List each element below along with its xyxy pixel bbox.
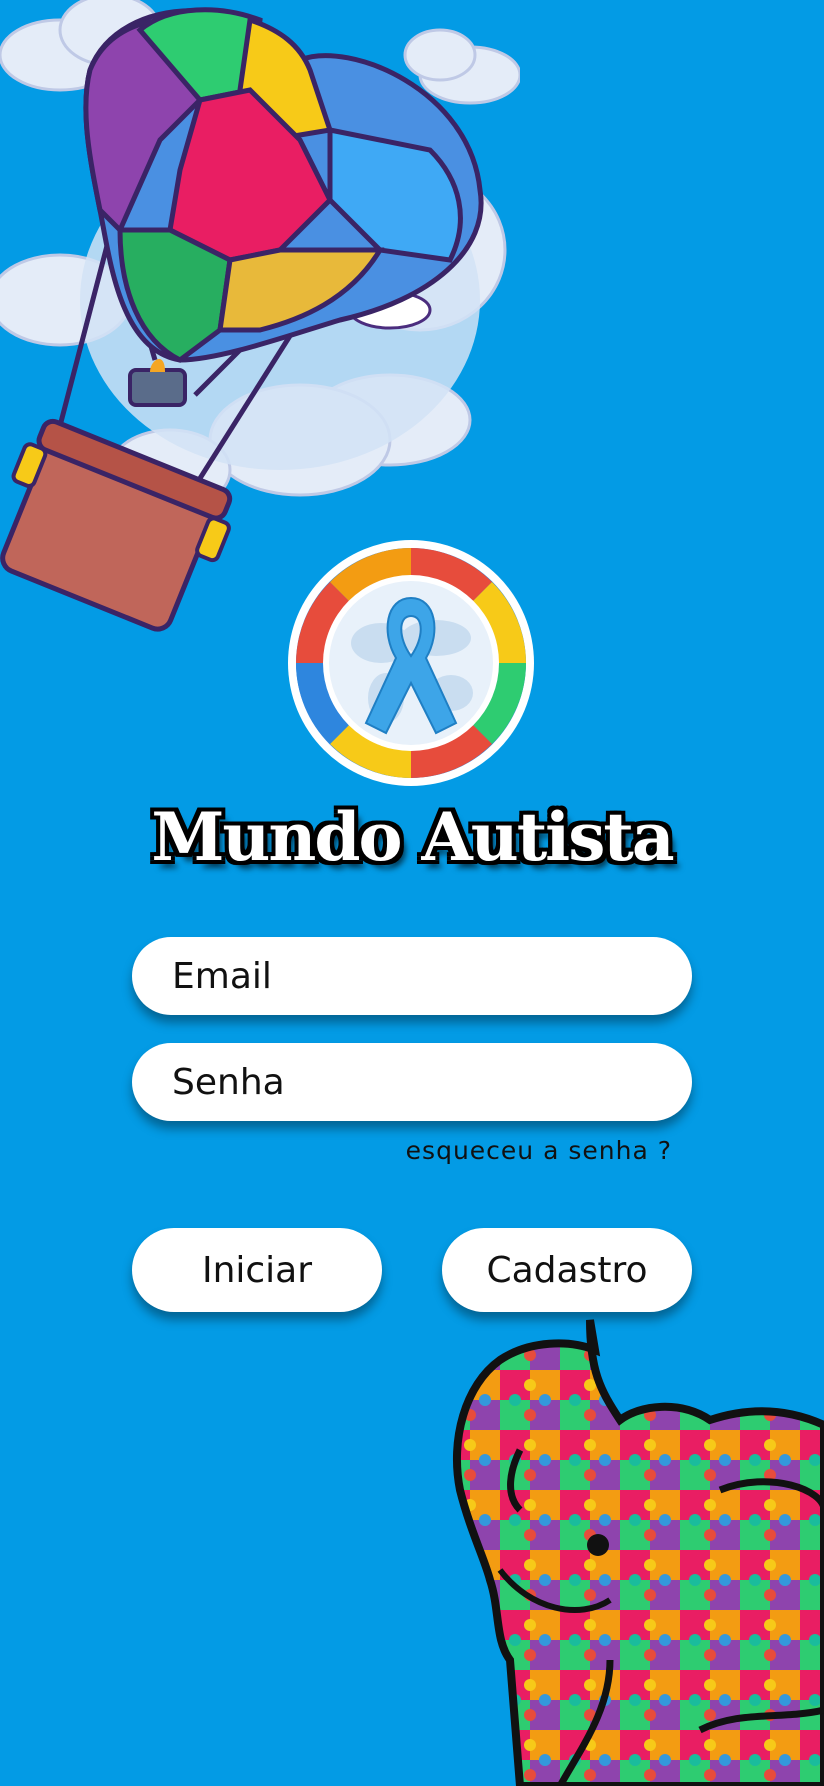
autism-awareness-ribbon-icon	[288, 540, 534, 786]
email-field[interactable]	[132, 937, 692, 1015]
signup-button[interactable]: Cadastro	[442, 1228, 692, 1312]
app-title: Mundo Autista	[151, 798, 674, 876]
start-button[interactable]: Iniciar	[132, 1228, 382, 1312]
password-field[interactable]	[132, 1043, 692, 1121]
forgot-password-link[interactable]: esqueceu a senha ?	[400, 1136, 672, 1165]
puzzle-elephant-icon	[453, 1319, 824, 1786]
